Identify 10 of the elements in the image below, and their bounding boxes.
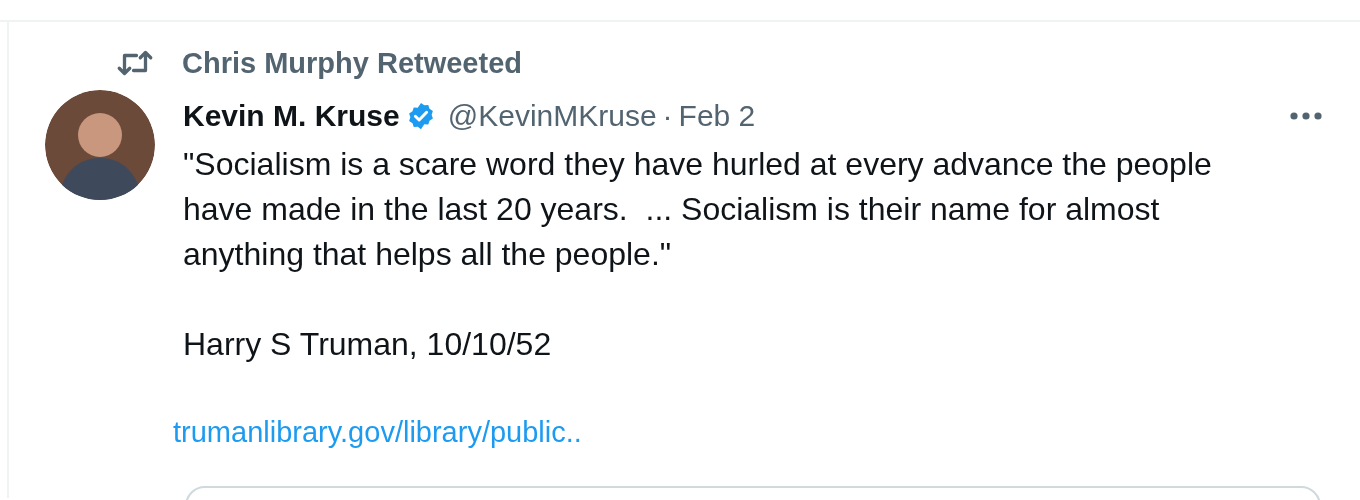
separator: ·: [662, 101, 673, 131]
retweet-icon: [116, 48, 154, 78]
retweet-label: Chris Murphy Retweeted: [182, 48, 522, 78]
author-name[interactable]: Kevin M. Kruse: [183, 101, 400, 131]
tweet-date[interactable]: Feb 2: [678, 101, 756, 131]
author-handle[interactable]: @KevinMKruse: [447, 101, 657, 131]
more-icon[interactable]: [1289, 111, 1323, 121]
avatar[interactable]: [45, 90, 155, 200]
tweet-text: Harry S Truman, 10/10/52: [183, 325, 553, 364]
tweet-text: "Socialism is a scare word they have hurled at every advance the people have made in the last 20 years. ... Socialism is their name for almost anything that helps all the people.": [183, 145, 1213, 274]
